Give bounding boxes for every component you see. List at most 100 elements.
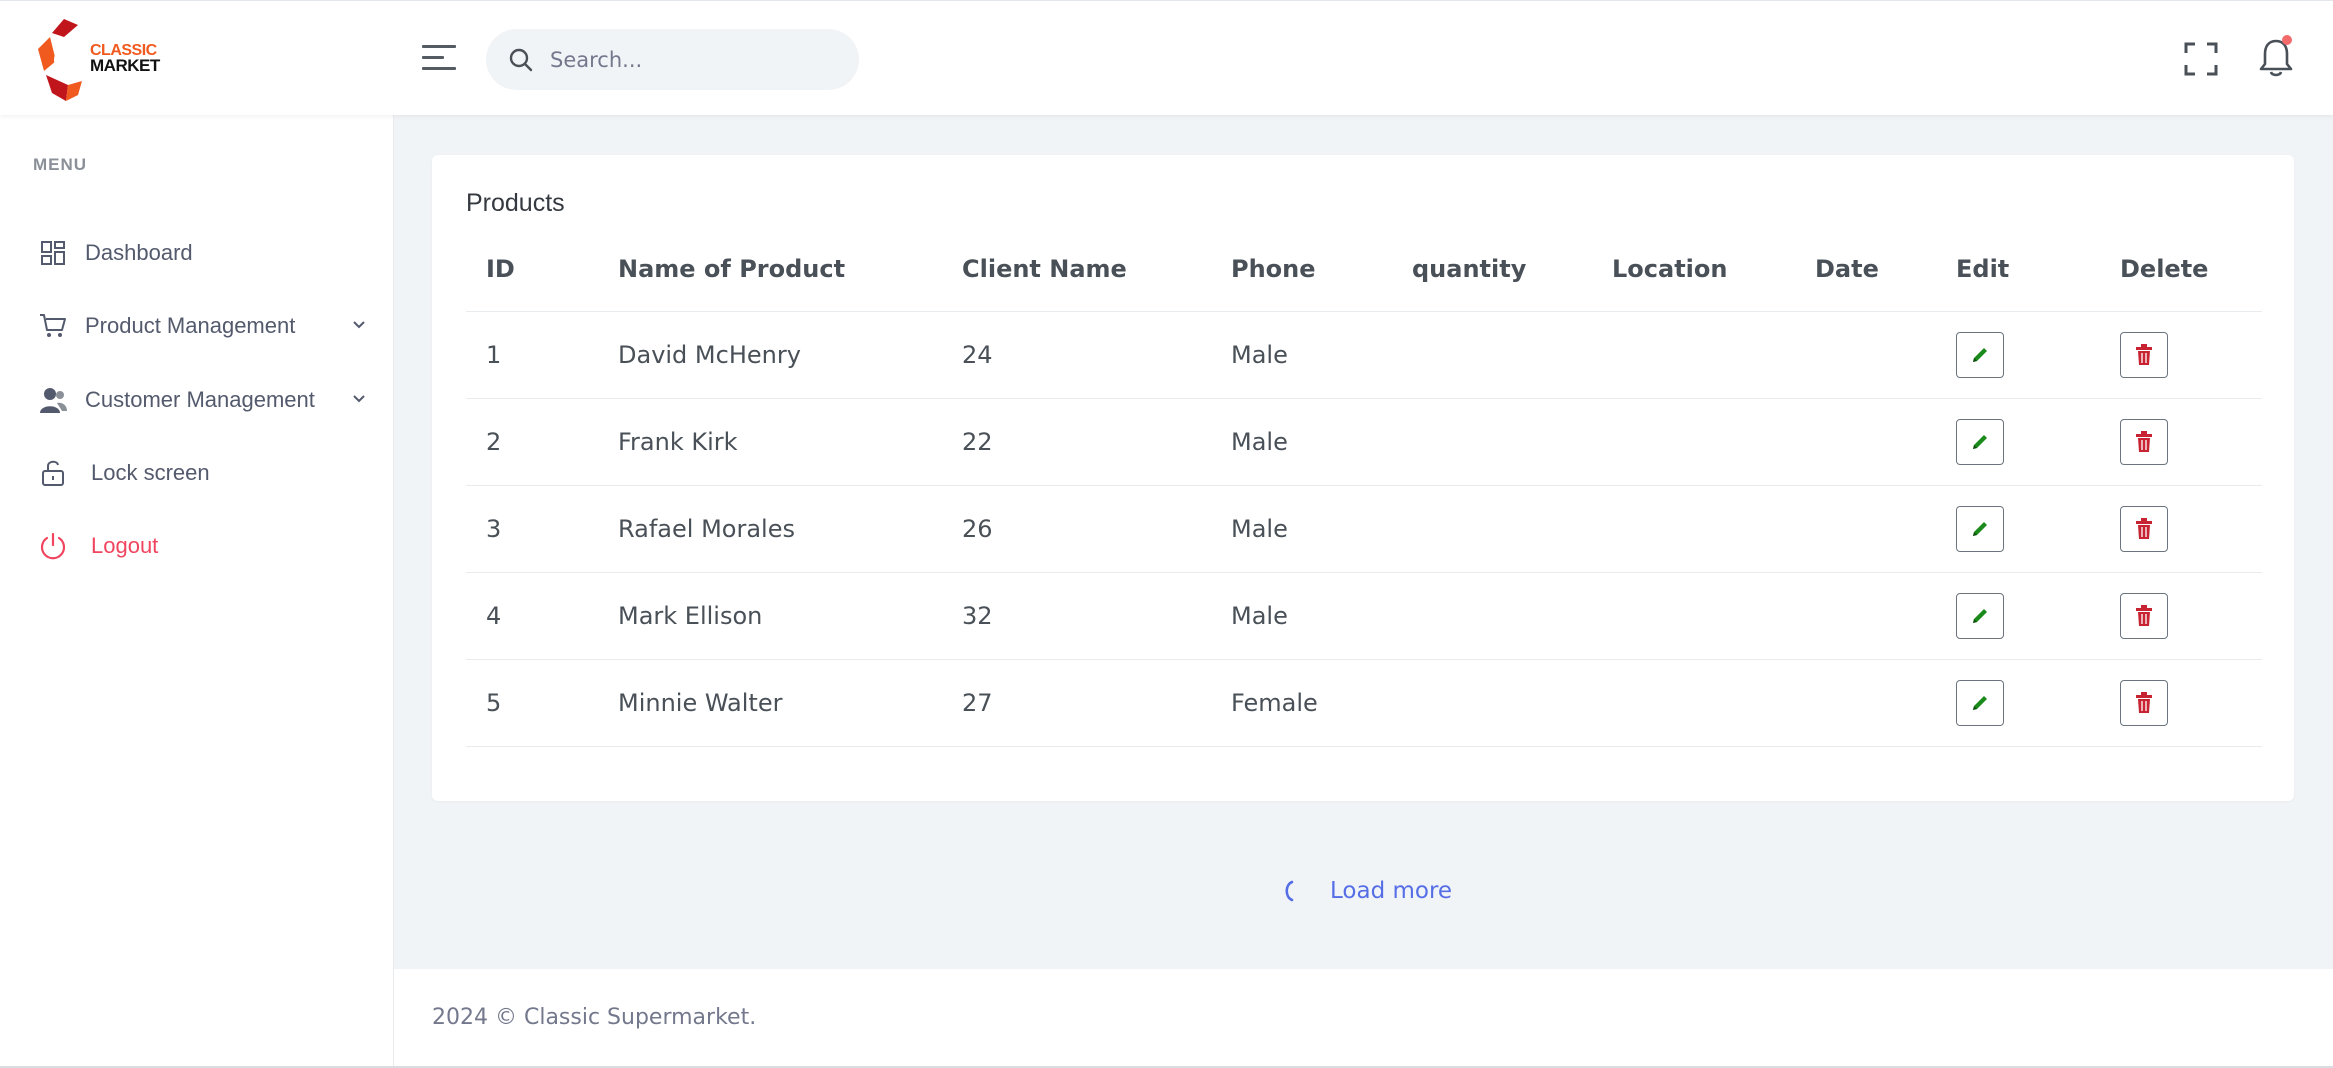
trash-icon	[2136, 430, 2152, 452]
search-box	[486, 29, 859, 90]
sidebar-item-logout[interactable]: Logout	[38, 526, 368, 566]
trash-icon	[2136, 517, 2152, 539]
column-header-location[interactable]: Location	[1592, 227, 1795, 312]
pencil-icon	[1973, 347, 1987, 362]
cell-edit	[1936, 398, 2100, 486]
edit-button[interactable]	[1956, 505, 2004, 552]
trash-icon	[2136, 604, 2152, 626]
sidebar-item-label: Lock screen	[91, 460, 210, 485]
sidebar-item-lock-screen[interactable]: Lock screen	[38, 453, 368, 493]
cell-date	[1795, 311, 1936, 399]
cell-product-name: Frank Kirk	[598, 398, 942, 486]
table-row: 2 Frank Kirk 22 Male	[466, 398, 2262, 486]
edit-button[interactable]	[1956, 418, 2004, 465]
cell-phone: Male	[1211, 572, 1392, 660]
cell-client-name: 27	[942, 659, 1211, 747]
chevron-down-icon	[353, 395, 365, 403]
sidebar-item-label: Dashboard	[85, 240, 193, 265]
sidebar: MENU Dashboard Product Management Custom…	[0, 115, 394, 1068]
pencil-icon	[1973, 695, 1987, 710]
column-header-id[interactable]: ID	[466, 227, 598, 312]
cell-date	[1795, 659, 1936, 747]
cell-product-name: Mark Ellison	[598, 572, 942, 660]
cell-phone: Male	[1211, 398, 1392, 486]
cell-location	[1592, 572, 1795, 660]
cell-product-name: Minnie Walter	[598, 659, 942, 747]
brand-logo[interactable]: CLASSIC MARKET	[38, 19, 188, 101]
sidebar-item-customer-management[interactable]: Customer Management	[38, 380, 368, 420]
cell-location	[1592, 311, 1795, 399]
column-header-phone[interactable]: Phone	[1211, 227, 1392, 312]
sidebar-item-dashboard[interactable]: Dashboard	[38, 233, 368, 273]
load-more-button[interactable]: Load more	[1282, 874, 1452, 908]
delete-button[interactable]	[2120, 592, 2168, 639]
cell-date	[1795, 485, 1936, 573]
cell-quantity	[1392, 398, 1592, 486]
edit-button[interactable]	[1956, 331, 2004, 378]
cell-date	[1795, 398, 1936, 486]
spinner-icon	[1285, 880, 1294, 902]
sidebar-item-label: Customer Management	[85, 387, 315, 412]
edit-button[interactable]	[1956, 592, 2004, 639]
cell-location	[1592, 398, 1795, 486]
delete-button[interactable]	[2120, 679, 2168, 726]
cell-location	[1592, 485, 1795, 573]
pencil-icon	[1973, 521, 1987, 536]
cell-id: 3	[466, 485, 598, 573]
pencil-icon	[1973, 434, 1987, 449]
cell-delete	[2100, 398, 2262, 486]
search-icon	[509, 48, 533, 72]
cell-client-name: 24	[942, 311, 1211, 399]
cell-quantity	[1392, 572, 1592, 660]
column-header-client[interactable]: Client Name	[942, 227, 1211, 312]
fullscreen-icon[interactable]	[2184, 42, 2218, 76]
menu-toggle-icon[interactable]	[422, 45, 456, 73]
column-header-edit: Edit	[1936, 227, 2100, 312]
cart-icon	[38, 311, 68, 341]
power-icon	[38, 531, 68, 561]
footer: 2024 © Classic Supermarket.	[394, 969, 2333, 1068]
column-header-quantity[interactable]: quantity	[1392, 227, 1592, 312]
menu-title: MENU	[33, 155, 88, 174]
cell-quantity	[1392, 659, 1592, 747]
cell-date	[1795, 572, 1936, 660]
sidebar-item-label: Logout	[91, 533, 159, 558]
delete-button[interactable]	[2120, 331, 2168, 378]
cell-phone: Male	[1211, 485, 1392, 573]
cell-delete	[2100, 572, 2262, 660]
column-header-date[interactable]: Date	[1795, 227, 1936, 312]
table-row: 3 Rafael Morales 26 Male	[466, 485, 2262, 573]
sidebar-item-product-management[interactable]: Product Management	[38, 306, 368, 346]
cell-location	[1592, 659, 1795, 747]
trash-icon	[2136, 343, 2152, 365]
cell-quantity	[1392, 485, 1592, 573]
delete-button[interactable]	[2120, 505, 2168, 552]
footer-copyright: 2024 © Classic Supermarket.	[432, 1005, 757, 1030]
cell-edit	[1936, 311, 2100, 399]
cell-client-name: 22	[942, 398, 1211, 486]
table-row: 5 Minnie Walter 27 Female	[466, 659, 2262, 747]
cell-phone: Female	[1211, 659, 1392, 747]
cell-phone: Male	[1211, 311, 1392, 399]
card-title: Products	[466, 189, 565, 217]
cell-product-name: David McHenry	[598, 311, 942, 399]
table-row: 1 David McHenry 24 Male	[466, 311, 2262, 399]
table-header-row: ID Name of Product Client Name Phone qua…	[466, 227, 2262, 312]
top-bar: CLASSIC MARKET	[0, 0, 2333, 115]
edit-button[interactable]	[1956, 679, 2004, 726]
cell-client-name: 32	[942, 572, 1211, 660]
notifications-button[interactable]	[2257, 35, 2295, 79]
column-header-name[interactable]: Name of Product	[598, 227, 942, 312]
load-more-label: Load more	[1330, 878, 1453, 904]
delete-button[interactable]	[2120, 418, 2168, 465]
cell-delete	[2100, 311, 2262, 399]
cell-id: 2	[466, 398, 598, 486]
notification-badge	[2282, 35, 2292, 45]
search-input[interactable]	[550, 29, 840, 90]
dashboard-icon	[38, 238, 68, 268]
cell-id: 1	[466, 311, 598, 399]
pencil-icon	[1973, 608, 1987, 623]
products-table: ID Name of Product Client Name Phone qua…	[466, 227, 2262, 747]
cell-edit	[1936, 572, 2100, 660]
cell-id: 4	[466, 572, 598, 660]
